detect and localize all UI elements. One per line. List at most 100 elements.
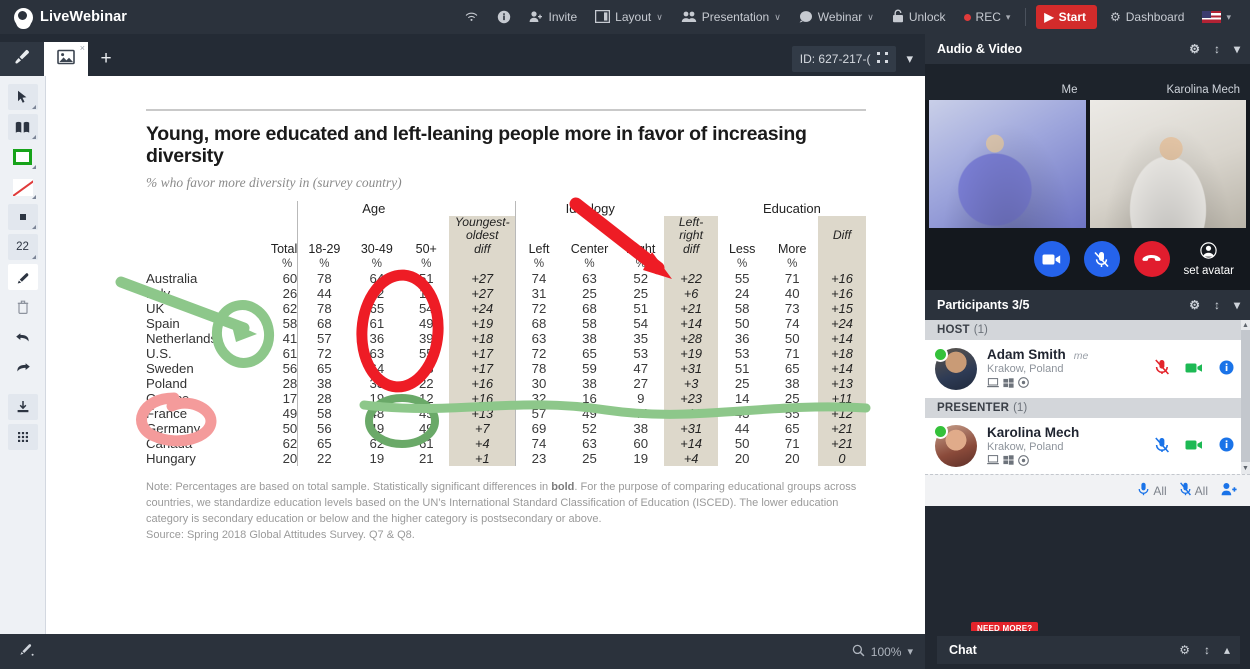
- cell-50-plus: 21: [418, 451, 434, 467]
- stroke-color-tool[interactable]: [8, 174, 38, 200]
- point-size-tool[interactable]: [7, 204, 38, 230]
- language-selector[interactable]: ▾: [1193, 0, 1240, 34]
- lock-icon: [892, 9, 904, 25]
- cell-center: 59: [582, 361, 597, 377]
- resize-icon[interactable]: ↕: [1214, 42, 1220, 56]
- unit-center: %: [584, 257, 595, 270]
- scroll-up-icon[interactable]: ▲: [1242, 322, 1249, 329]
- resize-icon[interactable]: ↕: [1204, 643, 1210, 657]
- cell-education-diff: +24: [817, 316, 866, 332]
- expand-icon[interactable]: [877, 52, 889, 66]
- table-group-header-row: Age Ideology Education: [146, 200, 866, 216]
- eraser-tool[interactable]: [7, 264, 38, 290]
- cell-18-29: 28: [297, 391, 351, 407]
- presentation-menu[interactable]: Presentation ∨: [672, 0, 790, 34]
- scroll-down-icon[interactable]: ▼: [1242, 465, 1249, 472]
- toolbar-divider: [1025, 8, 1027, 26]
- add-tab-button[interactable]: +: [88, 42, 124, 76]
- table-row: UK 62 78 65 54 +24 72 68 51 +21 58 73 +15: [146, 301, 866, 317]
- cell-left: 57: [515, 406, 562, 422]
- mic-toggle-button[interactable]: [1083, 241, 1120, 277]
- participants-scrollbar[interactable]: ▲ ▼: [1241, 320, 1250, 474]
- avatar: [933, 346, 977, 390]
- cell-less: 24: [734, 286, 750, 302]
- cell-total: 17: [282, 391, 298, 407]
- undo-tool[interactable]: [8, 324, 38, 350]
- cell-age-diff: +27: [449, 271, 516, 287]
- cell-18-29: 65: [297, 436, 351, 452]
- chat-panel-header[interactable]: Chat ⚙ ↕ ▴: [925, 631, 1250, 669]
- unmute-all-button[interactable]: All: [1138, 482, 1167, 499]
- scrollbar-thumb[interactable]: [1241, 330, 1250, 462]
- mic-toggle-icon[interactable]: [1155, 437, 1169, 456]
- info-icon[interactable]: [1219, 437, 1234, 455]
- info-icon[interactable]: [488, 0, 520, 34]
- participants-list[interactable]: HOST (1) Adam Smith me Krakow, Poland PRESENT…: [925, 320, 1250, 506]
- tab-image[interactable]: ×: [44, 42, 88, 76]
- chevron-down-icon[interactable]: ▾: [1234, 42, 1240, 56]
- download-tool[interactable]: [7, 394, 38, 420]
- cell-less: 55: [734, 271, 750, 287]
- redo-tool[interactable]: [8, 354, 38, 380]
- hangup-button[interactable]: [1133, 241, 1170, 277]
- camera-toggle-button[interactable]: [1033, 241, 1070, 277]
- cell-18-29: 78: [297, 271, 351, 287]
- pen-icon[interactable]: [0, 643, 34, 660]
- start-button[interactable]: ▶ Start: [1036, 5, 1097, 29]
- dashboard-button[interactable]: ⚙ Dashboard: [1101, 0, 1193, 34]
- zoom-chevron-down-icon[interactable]: ▾: [907, 645, 913, 658]
- cell-ideology-diff: +22: [664, 271, 718, 287]
- zoom-control[interactable]: 100% ▾: [852, 644, 925, 660]
- cell-left: 31: [515, 286, 562, 302]
- layout-menu[interactable]: Layout ∨: [586, 0, 672, 34]
- delete-tool[interactable]: [8, 294, 38, 320]
- chevron-up-icon[interactable]: ▴: [1224, 643, 1230, 657]
- mute-all-button[interactable]: All: [1179, 482, 1208, 499]
- webinar-menu[interactable]: Webinar ∨: [790, 0, 883, 34]
- add-user-icon[interactable]: [1221, 482, 1238, 499]
- info-icon[interactable]: [1219, 360, 1234, 378]
- font-size-tool[interactable]: 22: [7, 234, 38, 260]
- fill-color-tool[interactable]: [8, 144, 38, 170]
- group-label: PRESENTER: [937, 401, 1010, 414]
- unlock-button[interactable]: Unlock: [883, 0, 955, 34]
- participant-row[interactable]: Karolina Mech Krakow, Poland: [925, 417, 1250, 475]
- shapes-tool[interactable]: [7, 114, 38, 140]
- video-feed-karolina[interactable]: [1089, 100, 1246, 228]
- tabbar-chevron-down-icon[interactable]: ▾: [896, 51, 925, 67]
- invite-button[interactable]: Invite: [520, 0, 586, 34]
- set-avatar-button[interactable]: set avatar: [1184, 241, 1234, 277]
- cell-18-29: 22: [297, 451, 351, 467]
- cell-50-plus: 49: [418, 421, 434, 437]
- participant-row[interactable]: Adam Smith me Krakow, Poland: [925, 340, 1250, 398]
- gear-icon[interactable]: ⚙: [1189, 298, 1200, 312]
- cell-right: 25: [633, 286, 649, 302]
- cell-left: 23: [515, 451, 562, 467]
- resize-icon[interactable]: ↕: [1214, 298, 1220, 312]
- whiteboard-canvas[interactable]: Young, more educated and left-leaning pe…: [46, 76, 925, 634]
- tab-brush[interactable]: [0, 42, 44, 76]
- cell-country: Sweden: [146, 361, 194, 377]
- participant-location: Krakow, Poland: [987, 363, 1064, 375]
- col-center: Center: [570, 242, 609, 257]
- record-button[interactable]: REC ▾: [955, 0, 1020, 34]
- video-feed-me[interactable]: [929, 100, 1086, 228]
- mic-toggle-icon[interactable]: [1155, 359, 1169, 378]
- table-column-header-row: Total 18-29 30-49 50+ Youngest-oldest dif…: [146, 215, 866, 257]
- chevron-down-icon: ∨: [656, 11, 663, 22]
- gear-icon[interactable]: ⚙: [1179, 643, 1190, 657]
- cell-education-diff: +18: [817, 346, 866, 362]
- gear-icon[interactable]: ⚙: [1189, 42, 1200, 56]
- camera-toggle-icon[interactable]: [1185, 438, 1203, 454]
- cell-age-diff: +27: [449, 286, 516, 302]
- close-icon[interactable]: ×: [80, 43, 85, 53]
- chevron-down-icon[interactable]: ▾: [1234, 298, 1240, 312]
- cell-more: 65: [784, 421, 800, 437]
- cell-18-29: 68: [297, 316, 351, 332]
- select-tool[interactable]: [7, 84, 38, 110]
- cell-total: 28: [282, 376, 298, 392]
- room-id-display[interactable]: ID: 627-217-(: [791, 46, 897, 72]
- grid-tool[interactable]: [7, 424, 38, 450]
- camera-toggle-icon[interactable]: [1185, 361, 1203, 377]
- wifi-status-icon[interactable]: [455, 0, 488, 34]
